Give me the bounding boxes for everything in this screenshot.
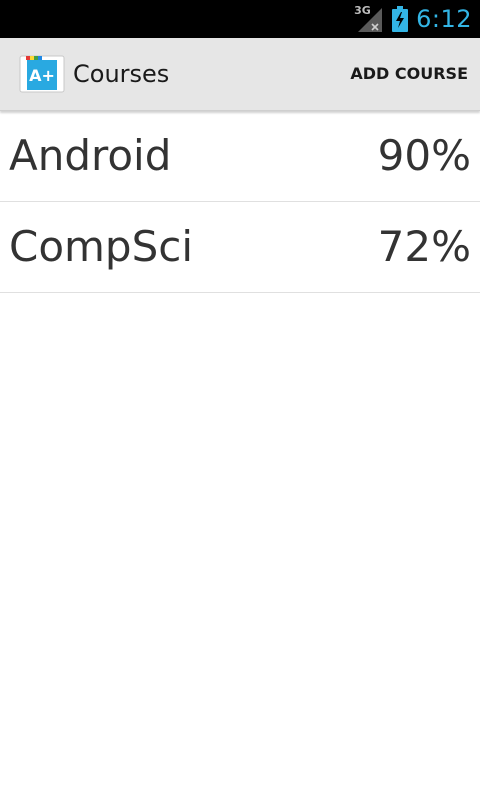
course-grade: 90% [377, 131, 471, 180]
signal-icon [358, 8, 383, 32]
status-bar: 3G 6:12 [0, 0, 480, 38]
course-grade: 72% [377, 222, 471, 271]
page-title: Courses [73, 60, 170, 88]
signal-indicator: 3G [354, 4, 384, 34]
add-course-button[interactable]: ADD COURSE [350, 38, 468, 110]
course-name: Android [9, 131, 172, 180]
app-icon-label: A+ [29, 66, 55, 85]
battery-indicator [392, 6, 409, 32]
list-item-compsci[interactable]: CompSci 72% [0, 202, 480, 293]
status-icons: 3G 6:12 [354, 0, 472, 38]
status-clock: 6:12 [416, 5, 472, 33]
list-item-android[interactable]: Android 90% [0, 111, 480, 202]
course-name: CompSci [9, 222, 194, 271]
course-list: Android 90% CompSci 72% [0, 111, 480, 293]
action-bar: A+ Courses ADD COURSE [0, 38, 480, 111]
app-icon[interactable]: A+ [18, 55, 66, 93]
battery-charging-icon [392, 6, 409, 32]
